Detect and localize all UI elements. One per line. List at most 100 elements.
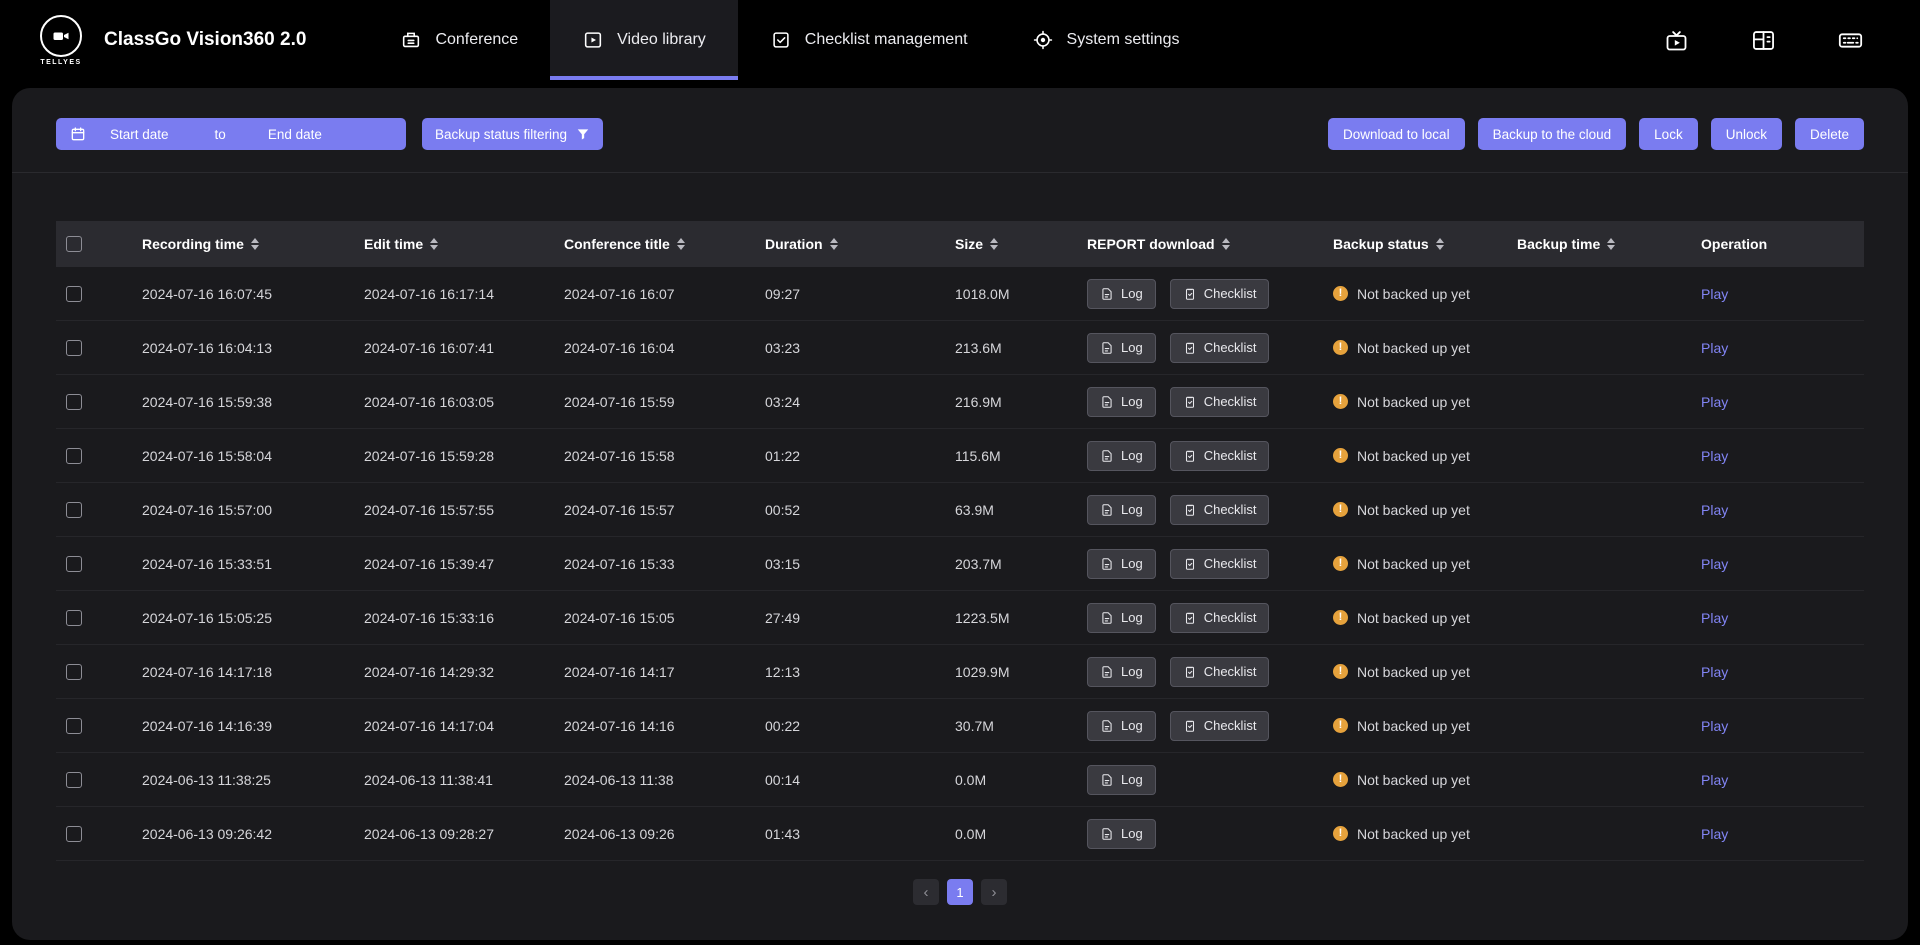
lock-button[interactable]: Lock: [1639, 118, 1698, 150]
log-download-button[interactable]: Log: [1087, 333, 1156, 363]
warning-icon: !: [1333, 610, 1348, 625]
checklist-download-button[interactable]: Checklist: [1170, 603, 1270, 633]
unlock-button[interactable]: Unlock: [1711, 118, 1782, 150]
conference-title: 2024-07-16 14:17: [564, 664, 765, 680]
start-date-field[interactable]: Start date: [110, 127, 169, 142]
table-row: 2024-07-16 14:16:392024-07-16 14:17:0420…: [56, 699, 1864, 753]
row-checkbox[interactable]: [66, 286, 82, 302]
row-checkbox[interactable]: [66, 340, 82, 356]
play-link[interactable]: Play: [1701, 556, 1728, 572]
delete-button[interactable]: Delete: [1795, 118, 1864, 150]
media-device-icon[interactable]: [1659, 23, 1694, 58]
column-header[interactable]: Backup status: [1333, 236, 1517, 252]
sort-icon: [1607, 238, 1615, 250]
play-link[interactable]: Play: [1701, 826, 1728, 842]
tab-system-settings[interactable]: System settings: [1000, 0, 1212, 80]
play-link[interactable]: Play: [1701, 340, 1728, 356]
log-download-button[interactable]: Log: [1087, 387, 1156, 417]
conference-title: 2024-07-16 15:59: [564, 394, 765, 410]
checklist-button-icon: [1183, 503, 1197, 517]
play-link[interactable]: Play: [1701, 448, 1728, 464]
play-link[interactable]: Play: [1701, 394, 1728, 410]
warning-icon: !: [1333, 394, 1348, 409]
conference-title: 2024-07-16 14:16: [564, 718, 765, 734]
checklist-download-button[interactable]: Checklist: [1170, 657, 1270, 687]
log-download-button[interactable]: Log: [1087, 657, 1156, 687]
row-checkbox[interactable]: [66, 448, 82, 464]
checklist-download-button[interactable]: Checklist: [1170, 711, 1270, 741]
row-checkbox[interactable]: [66, 718, 82, 734]
recording-time: 2024-06-13 09:26:42: [142, 826, 364, 842]
size: 203.7M: [955, 556, 1087, 572]
size: 1029.9M: [955, 664, 1087, 680]
backup-status-filter-button[interactable]: Backup status filtering: [422, 118, 603, 150]
play-link[interactable]: Play: [1701, 502, 1728, 518]
log-download-button[interactable]: Log: [1087, 603, 1156, 633]
checklist-download-button[interactable]: Checklist: [1170, 279, 1270, 309]
column-header[interactable]: Recording time: [142, 236, 364, 252]
checklist-button-icon: [1183, 719, 1197, 733]
play-link[interactable]: Play: [1701, 664, 1728, 680]
checklist-button-icon: [1183, 611, 1197, 625]
column-header[interactable]: Duration: [765, 236, 955, 252]
checklist-download-button[interactable]: Checklist: [1170, 387, 1270, 417]
next-page-icon[interactable]: ›: [981, 879, 1007, 905]
duration: 01:22: [765, 448, 955, 464]
end-date-field[interactable]: End date: [268, 127, 322, 142]
backup-status-text: Not backed up yet: [1357, 664, 1470, 680]
checklist-download-button[interactable]: Checklist: [1170, 549, 1270, 579]
row-checkbox[interactable]: [66, 394, 82, 410]
warning-icon: !: [1333, 664, 1348, 679]
log-icon: [1100, 395, 1114, 409]
log-download-button[interactable]: Log: [1087, 711, 1156, 741]
column-header[interactable]: Conference title: [564, 236, 765, 252]
backup-to-cloud-button[interactable]: Backup to the cloud: [1478, 118, 1627, 150]
table-header: Recording timeEdit timeConference titleD…: [56, 221, 1864, 267]
warning-icon: !: [1333, 556, 1348, 571]
select-all-checkbox[interactable]: [66, 236, 82, 252]
log-download-button[interactable]: Log: [1087, 441, 1156, 471]
tab-conference[interactable]: Conference: [368, 0, 550, 80]
row-checkbox[interactable]: [66, 610, 82, 626]
checklist-download-button[interactable]: Checklist: [1170, 441, 1270, 471]
checklist-download-button[interactable]: Checklist: [1170, 333, 1270, 363]
warning-icon: !: [1333, 502, 1348, 517]
log-download-button[interactable]: Log: [1087, 279, 1156, 309]
layout-split-icon[interactable]: [1746, 23, 1781, 58]
log-download-button[interactable]: Log: [1087, 549, 1156, 579]
log-download-button[interactable]: Log: [1087, 765, 1156, 795]
play-link[interactable]: Play: [1701, 286, 1728, 302]
download-to-local-button[interactable]: Download to local: [1328, 118, 1465, 150]
page-number-current[interactable]: 1: [947, 879, 973, 905]
duration: 03:23: [765, 340, 955, 356]
log-icon: [1100, 773, 1114, 787]
tab-checklist-management[interactable]: Checklist management: [738, 0, 1000, 80]
row-checkbox[interactable]: [66, 664, 82, 680]
play-link[interactable]: Play: [1701, 610, 1728, 626]
checklist-download-button[interactable]: Checklist: [1170, 495, 1270, 525]
date-range-picker[interactable]: Start date to End date: [56, 118, 406, 150]
row-checkbox[interactable]: [66, 502, 82, 518]
checklist-button-icon: [1183, 665, 1197, 679]
column-header[interactable]: REPORT download: [1087, 236, 1333, 252]
play-link[interactable]: Play: [1701, 772, 1728, 788]
keyboard-icon[interactable]: [1833, 23, 1868, 58]
recording-time: 2024-07-16 16:07:45: [142, 286, 364, 302]
row-checkbox[interactable]: [66, 772, 82, 788]
column-header[interactable]: Edit time: [364, 236, 564, 252]
recording-time: 2024-07-16 15:05:25: [142, 610, 364, 626]
row-checkbox[interactable]: [66, 826, 82, 842]
play-link[interactable]: Play: [1701, 718, 1728, 734]
column-header[interactable]: Size: [955, 236, 1087, 252]
tab-label: Checklist management: [805, 31, 968, 49]
tab-video-library[interactable]: Video library: [550, 0, 738, 80]
calendar-icon: [70, 126, 86, 142]
log-download-button[interactable]: Log: [1087, 819, 1156, 849]
row-checkbox[interactable]: [66, 556, 82, 572]
edit-time: 2024-06-13 11:38:41: [364, 772, 564, 788]
table-row: 2024-06-13 11:38:252024-06-13 11:38:4120…: [56, 753, 1864, 807]
recordings-table: Recording timeEdit timeConference titleD…: [56, 221, 1864, 861]
prev-page-icon[interactable]: ‹: [913, 879, 939, 905]
column-header[interactable]: Backup time: [1517, 236, 1701, 252]
log-download-button[interactable]: Log: [1087, 495, 1156, 525]
